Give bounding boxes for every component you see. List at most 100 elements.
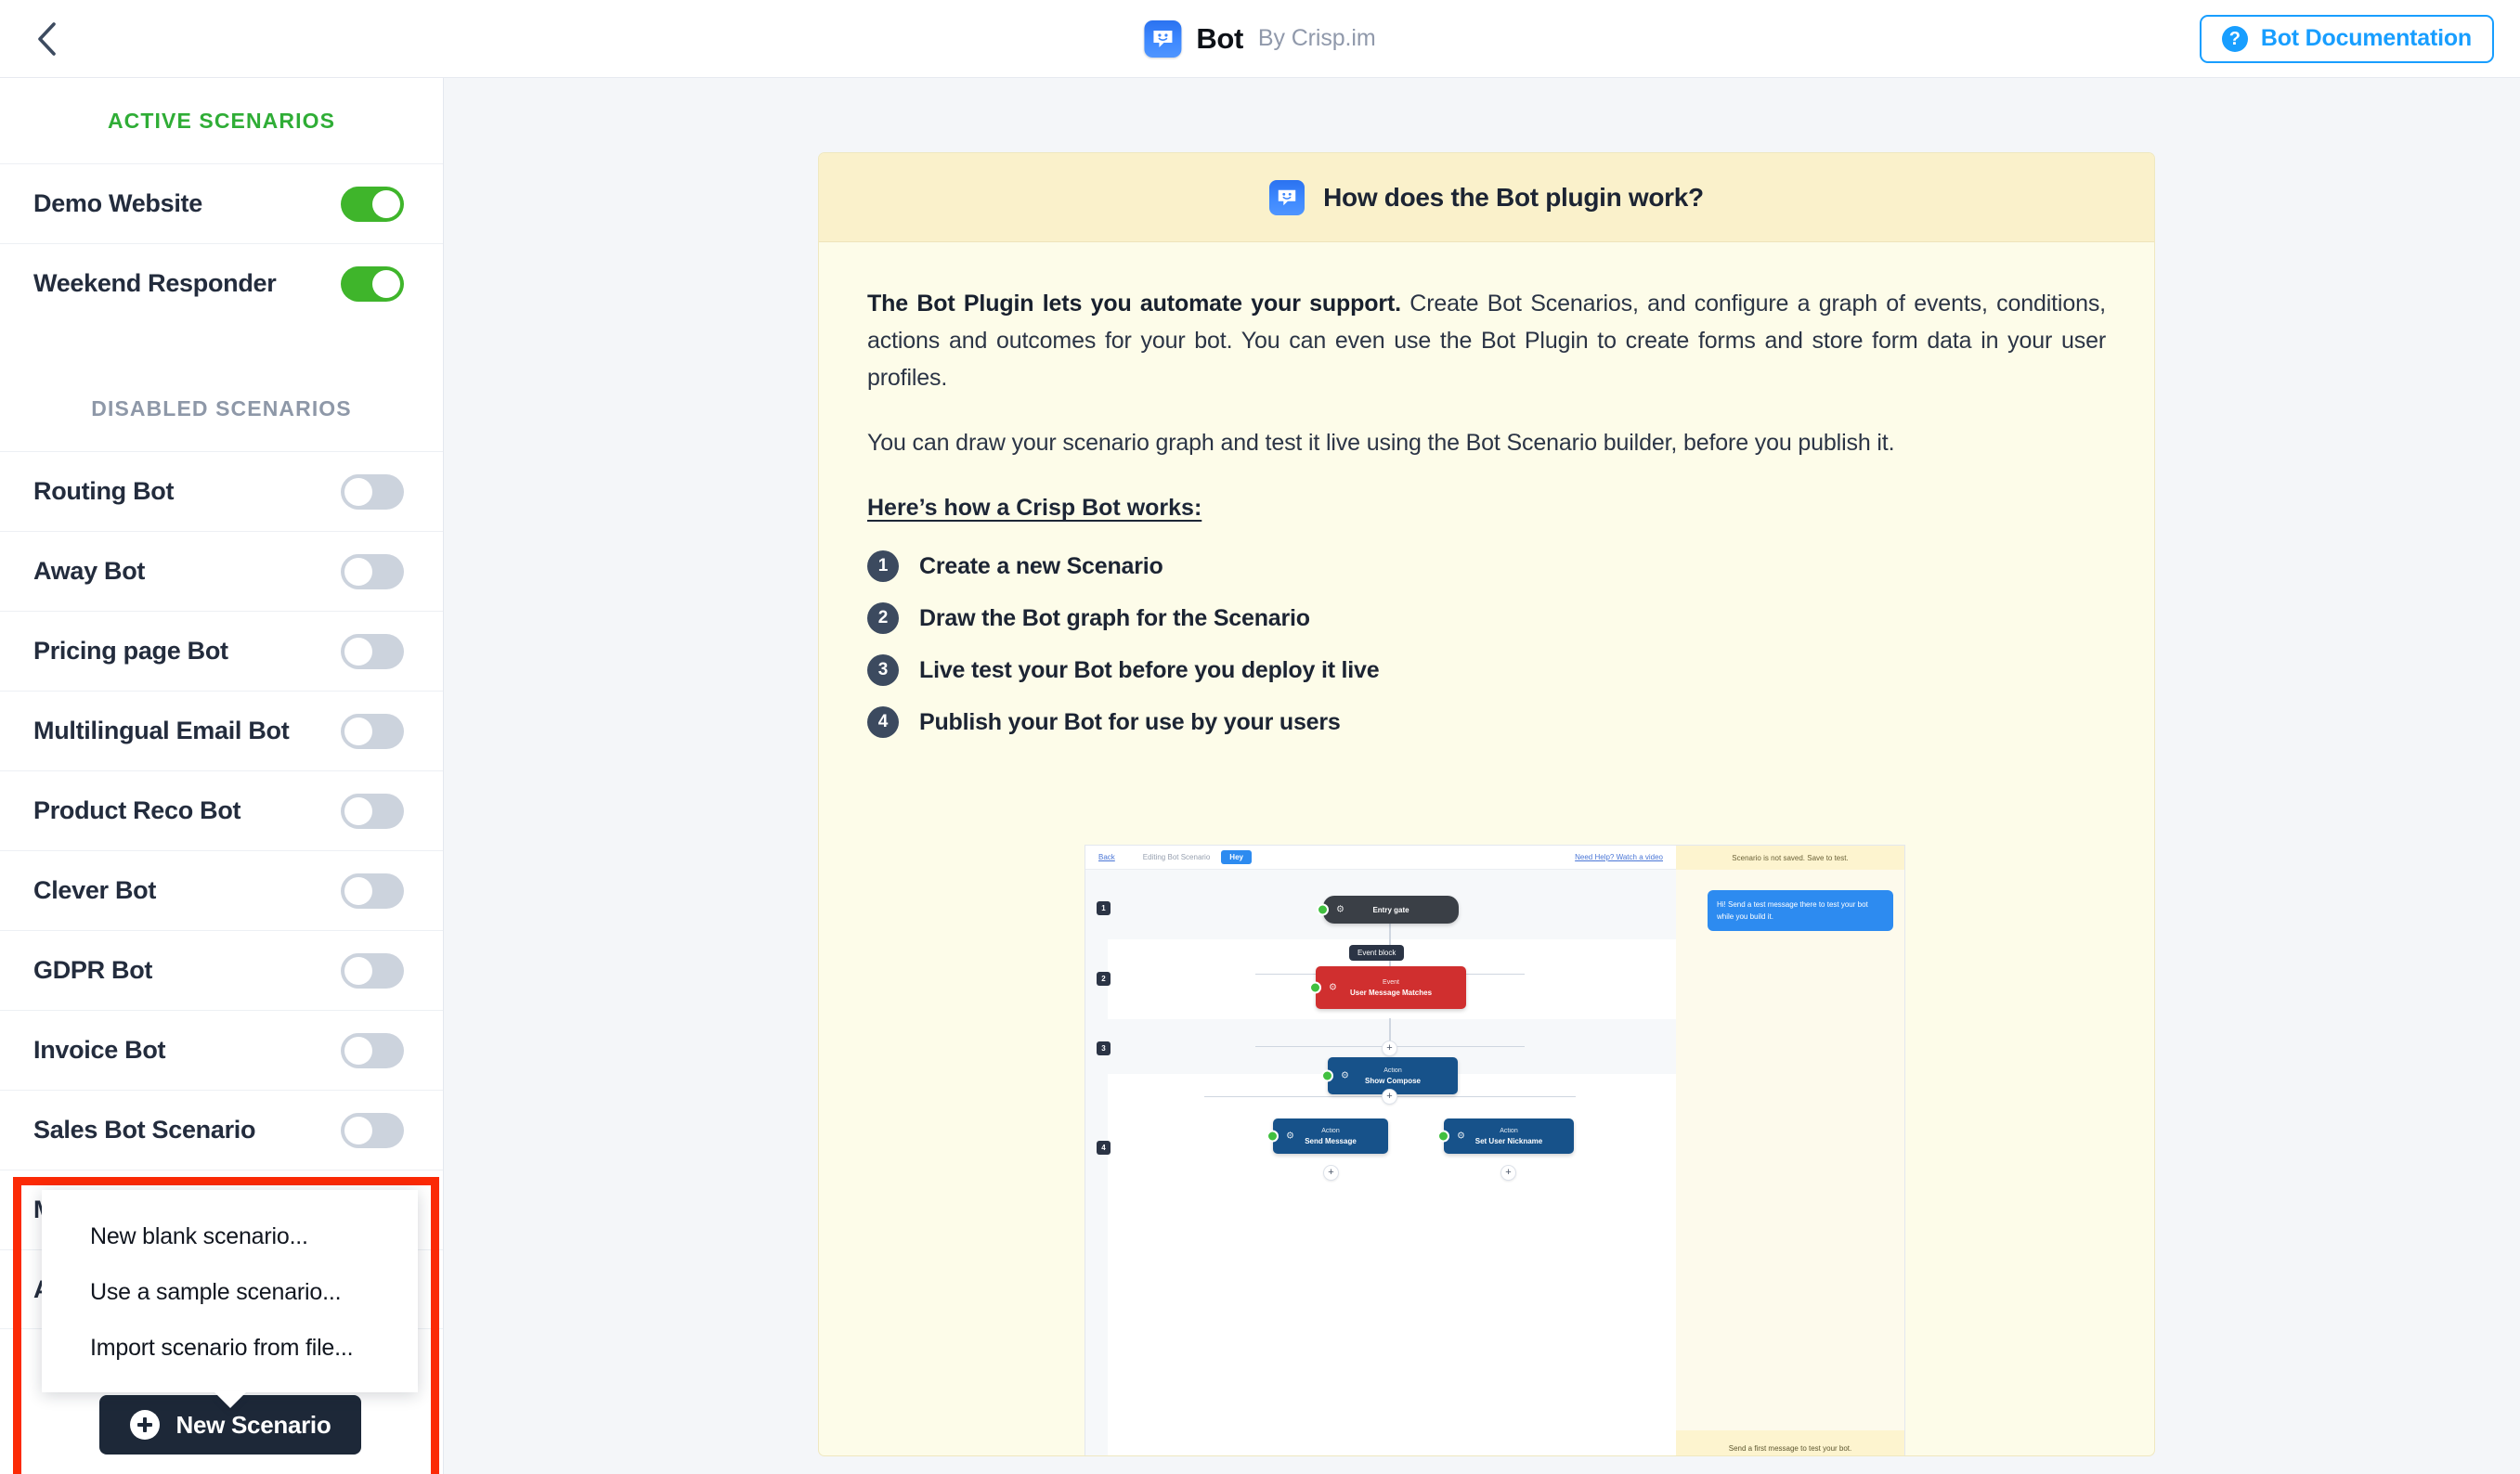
screenshot-node-entry-gate: ⚙ Entry gate (1323, 896, 1459, 924)
main-content: How does the Bot plugin work? The Bot Pl… (444, 78, 2520, 1474)
panel-paragraph-2: You can draw your scenario graph and tes… (867, 424, 2106, 461)
toggle-knob (344, 558, 372, 586)
top-bar: Bot By Crisp.im ? Bot Documentation (0, 0, 2520, 78)
screenshot-node-status-dot (1317, 904, 1329, 916)
question-mark-icon: ? (2222, 26, 2248, 52)
howto-title: Here’s how a Crisp Bot works: (867, 495, 1202, 522)
screenshot-node-kind: Event (1383, 978, 1399, 988)
bot-info-panel-body: The Bot Plugin lets you automate your su… (819, 242, 2154, 743)
scenario-toggle-away-bot[interactable] (341, 554, 404, 589)
chevron-left-icon (34, 20, 58, 58)
screenshot-node-kind: Action (1500, 1127, 1517, 1136)
back-button[interactable] (26, 19, 67, 59)
screenshot-test-panel: Hi! Send a test message there to test yo… (1676, 870, 1904, 1456)
screenshot-lane-band-4 (1108, 1074, 1678, 1456)
scenario-toggle-sales-bot-scenario[interactable] (341, 1113, 404, 1148)
scenario-row-pricing-page-bot[interactable]: Pricing page Bot (0, 611, 443, 691)
screenshot-node-kind: Action (1321, 1127, 1339, 1136)
screenshot-add-node-button[interactable]: + (1500, 1165, 1516, 1181)
screenshot-lane-number: 2 (1097, 972, 1111, 986)
toggle-knob (372, 270, 400, 298)
scenario-row-away-bot[interactable]: Away Bot (0, 531, 443, 611)
toggle-knob (344, 877, 372, 905)
screenshot-node-icon: ⚙ (1286, 1131, 1294, 1142)
screenshot-node-status-dot (1309, 982, 1321, 994)
screenshot-footnote: Send a first message to test your bot. (1676, 1430, 1904, 1456)
bot-builder-example-screenshot: Back Editing Bot Scenario Hey Need Help?… (1085, 845, 1905, 1456)
screenshot-add-node-button[interactable]: + (1382, 1089, 1397, 1105)
menu-item-use-a-sample-scenario[interactable]: Use a sample scenario... (42, 1264, 418, 1320)
toggle-knob (344, 638, 372, 666)
scenario-toggle-clever-bot[interactable] (341, 873, 404, 909)
scenario-toggle-weekend-responder[interactable] (341, 266, 404, 302)
scenario-toggle-gdpr-bot[interactable] (341, 953, 404, 989)
scenario-row-product-reco-bot[interactable]: Product Reco Bot (0, 770, 443, 850)
scenario-row-demo-website[interactable]: Demo Website (0, 163, 443, 243)
screenshot-node-name: User Message Matches (1350, 988, 1432, 998)
scenario-toggle-invoice-bot[interactable] (341, 1033, 404, 1068)
new-scenario-popup-menu: New blank scenario... Use a sample scena… (42, 1190, 418, 1392)
scenario-toggle-product-reco-bot[interactable] (341, 794, 404, 829)
toggle-knob (344, 957, 372, 985)
howto-steps-list: 1 Create a new Scenario 2 Draw the Bot g… (867, 546, 2106, 743)
screenshot-node-status-dot (1266, 1131, 1279, 1143)
scenario-label: Pricing page Bot (33, 637, 228, 666)
scenario-toggle-routing-bot[interactable] (341, 474, 404, 510)
scenario-row-sales-bot-scenario[interactable]: Sales Bot Scenario (0, 1090, 443, 1170)
scenario-toggle-pricing-page-bot[interactable] (341, 634, 404, 669)
scenario-label: Routing Bot (33, 477, 174, 506)
screenshot-lane-number: 3 (1097, 1041, 1111, 1055)
scenario-row-invoice-bot[interactable]: Invoice Bot (0, 1010, 443, 1090)
step-label: Live test your Bot before you deploy it … (919, 657, 1379, 684)
scenario-label: Demo Website (33, 189, 202, 218)
screenshot-lane-number: 1 (1097, 901, 1111, 915)
screenshot-node-icon: ⚙ (1329, 983, 1337, 993)
screenshot-help-link: Need Help? Watch a video (1575, 853, 1663, 861)
bot-documentation-button[interactable]: ? Bot Documentation (2200, 15, 2494, 63)
screenshot-add-node-button[interactable]: + (1382, 1041, 1397, 1056)
step-number: 2 (867, 602, 899, 634)
app-author: By Crisp.im (1258, 25, 1376, 52)
scenario-row-multilingual-email-bot[interactable]: Multilingual Email Bot (0, 691, 443, 770)
toggle-knob (344, 797, 372, 825)
page-title: Bot (1196, 22, 1242, 56)
screenshot-node-name: Set User Nickname (1475, 1136, 1542, 1146)
screenshot-node-send-message: ⚙ Action Send Message (1273, 1118, 1388, 1154)
disabled-scenarios-header: DISABLED SCENARIOS (0, 366, 443, 451)
scenario-row-gdpr-bot[interactable]: GDPR Bot (0, 930, 443, 1010)
menu-item-new-blank-scenario[interactable]: New blank scenario... (42, 1209, 418, 1264)
scenario-toggle-demo-website[interactable] (341, 187, 404, 222)
panel-paragraph-1-bold: The Bot Plugin lets you automate your su… (867, 291, 1401, 317)
scenario-row-weekend-responder[interactable]: Weekend Responder (0, 243, 443, 323)
menu-item-import-scenario-from-file[interactable]: Import scenario from file... (42, 1320, 418, 1376)
popup-arrow (214, 1391, 247, 1408)
step-label: Publish your Bot for use by your users (919, 709, 1341, 736)
screenshot-node-name: Send Message (1305, 1136, 1357, 1146)
scenario-row-clever-bot[interactable]: Clever Bot (0, 850, 443, 930)
howto-title-wrap: Here’s how a Crisp Bot works: (867, 495, 2106, 546)
bot-info-panel: How does the Bot plugin work? The Bot Pl… (818, 152, 2155, 1456)
step-label: Create a new Scenario (919, 553, 1163, 580)
screenshot-node-icon: ⚙ (1457, 1131, 1465, 1142)
screenshot-graph-canvas: 1 2 3 4 ⚙ Entry gate Event block (1085, 870, 1676, 1456)
scenario-label: Invoice Bot (33, 1036, 165, 1065)
bot-smiley-icon (1144, 20, 1181, 58)
screenshot-save-notice: Scenario is not saved. Save to test. (1676, 846, 1904, 870)
screenshot-add-node-button[interactable]: + (1323, 1165, 1339, 1181)
new-scenario-label: New Scenario (176, 1411, 331, 1440)
screenshot-node-status-dot (1437, 1131, 1449, 1143)
active-scenarios-header: ACTIVE SCENARIOS (0, 78, 443, 163)
screenshot-node-name: Show Compose (1365, 1076, 1421, 1086)
screenshot-lane-number: 4 (1097, 1141, 1111, 1155)
bot-documentation-label: Bot Documentation (2261, 25, 2472, 52)
screenshot-node-set-user-nickname: ⚙ Action Set User Nickname (1444, 1118, 1574, 1154)
scenario-label: Weekend Responder (33, 269, 276, 298)
toggle-knob (344, 718, 372, 745)
scenario-label: Multilingual Email Bot (33, 717, 289, 745)
list-item: 3 Live test your Bot before you deploy i… (867, 650, 2106, 691)
scenario-row-routing-bot[interactable]: Routing Bot (0, 451, 443, 531)
list-item: 2 Draw the Bot graph for the Scenario (867, 598, 2106, 639)
scenario-toggle-multilingual-email-bot[interactable] (341, 714, 404, 749)
section-spacer (0, 323, 443, 366)
scenario-label: Sales Bot Scenario (33, 1116, 255, 1144)
